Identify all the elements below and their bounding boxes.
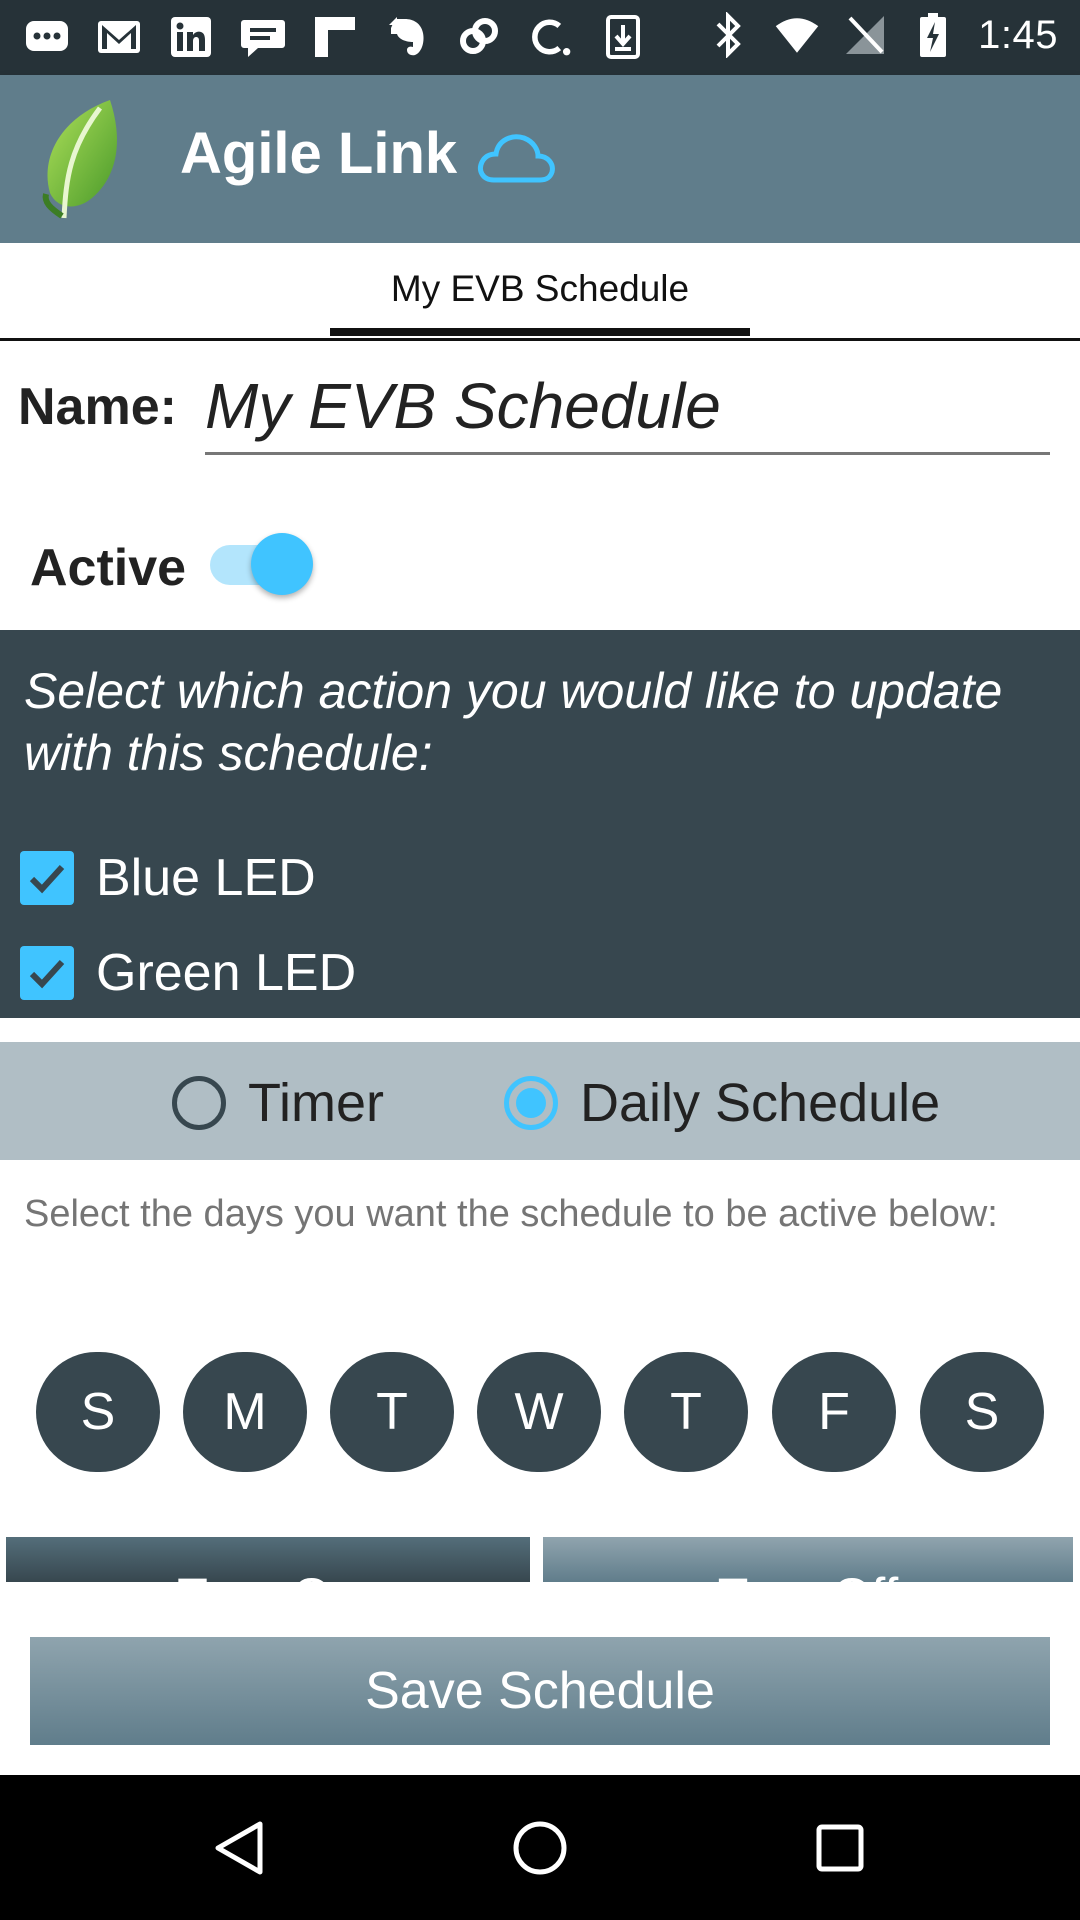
battery-charging-icon	[910, 12, 956, 58]
timer-label: Timer	[248, 1073, 384, 1133]
system-icons: 1:45	[706, 12, 1058, 58]
turn-on-button[interactable]: Turn On	[6, 1537, 530, 1582]
link-icon	[456, 14, 502, 60]
tab-my-evb-schedule[interactable]: My EVB Schedule	[330, 243, 750, 335]
blue-led-label: Blue LED	[96, 849, 316, 907]
day-monday[interactable]: M	[183, 1352, 307, 1472]
notification-icons	[24, 14, 646, 60]
tab-indicator	[330, 328, 750, 336]
blue-led-checkbox[interactable]	[20, 851, 74, 905]
back-triangle-icon[interactable]	[202, 1810, 278, 1886]
blue-led-checkbox-row[interactable]: Blue LED	[20, 848, 316, 908]
evernote-icon	[384, 14, 430, 60]
name-input[interactable]	[205, 360, 1050, 455]
day-friday[interactable]: F	[772, 1352, 896, 1472]
green-led-checkbox-row[interactable]: Green LED	[20, 943, 356, 1003]
name-label: Name:	[18, 378, 177, 436]
wifi-icon	[774, 12, 820, 58]
turn-on-label: Turn On	[6, 1537, 530, 1582]
turn-off-label: Turn Off	[543, 1537, 1073, 1582]
action-prompt: Select which action you would like to up…	[24, 663, 1003, 781]
clock: 1:45	[978, 12, 1058, 57]
green-led-label: Green LED	[96, 944, 357, 1002]
linkedin-icon	[168, 14, 214, 60]
active-switch-thumb[interactable]	[251, 533, 313, 595]
daily-schedule-radio[interactable]	[504, 1076, 558, 1130]
gmail-icon	[96, 14, 142, 60]
chat-bubbles-icon	[24, 14, 70, 60]
green-led-checkbox[interactable]	[20, 946, 74, 1000]
cloud-icon[interactable]	[476, 130, 556, 186]
app-title: Agile Link	[180, 121, 458, 186]
bluetooth-icon	[706, 12, 752, 58]
day-wednesday[interactable]: W	[477, 1352, 601, 1472]
check-icon	[29, 959, 65, 989]
check-icon	[29, 864, 65, 894]
flipboard-icon	[312, 14, 358, 60]
turn-off-button[interactable]: Turn Off	[543, 1537, 1073, 1582]
daily-schedule-radio-row[interactable]: Daily Schedule	[504, 1072, 940, 1134]
days-hint: Select the days you want the schedule to…	[24, 1193, 998, 1235]
day-tuesday[interactable]: T	[330, 1352, 454, 1472]
recents-square-icon[interactable]	[802, 1810, 878, 1886]
home-circle-icon[interactable]	[502, 1810, 578, 1886]
save-schedule-button[interactable]: Save Schedule	[30, 1637, 1050, 1745]
download-icon	[600, 14, 646, 60]
timer-radio[interactable]	[172, 1076, 226, 1130]
message-icon	[240, 14, 286, 60]
c-app-icon	[528, 14, 574, 60]
timer-radio-row[interactable]: Timer	[172, 1072, 384, 1134]
leaf-logo-icon	[40, 98, 130, 222]
daily-schedule-label: Daily Schedule	[580, 1073, 941, 1133]
day-sunday[interactable]: S	[36, 1352, 160, 1472]
day-thursday[interactable]: T	[624, 1352, 748, 1472]
day-saturday[interactable]: S	[920, 1352, 1044, 1472]
no-signal-icon	[842, 12, 888, 58]
active-label: Active	[30, 539, 187, 597]
